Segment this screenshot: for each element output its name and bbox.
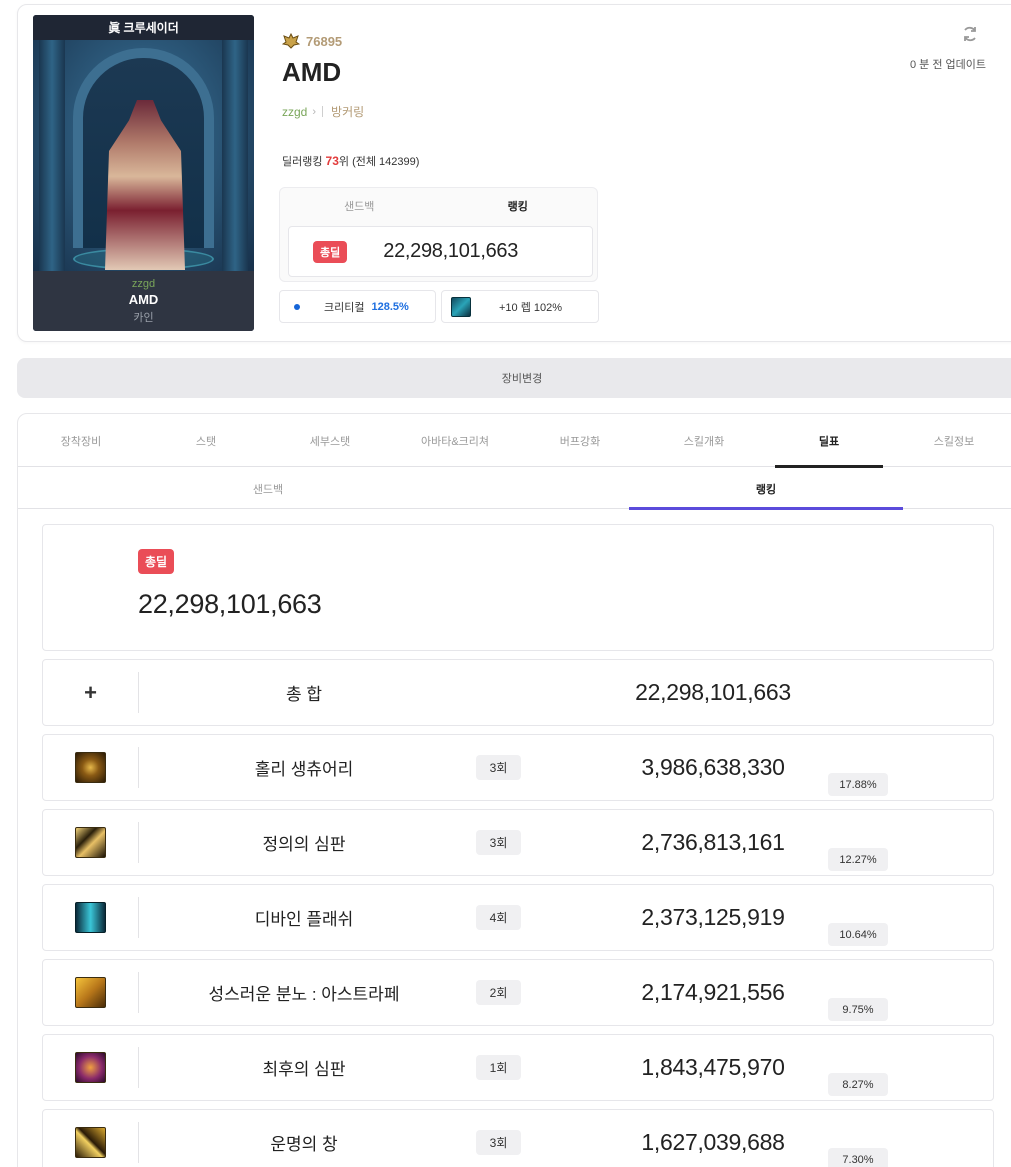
- tab-detail-stats[interactable]: 세부스탯: [276, 414, 384, 467]
- damage-percent-badge: 8.27%: [828, 1073, 888, 1096]
- skill-enhance-icon: [451, 296, 471, 317]
- skill-row: 최후의 심판 1회 1,843,475,970 8.27%: [42, 1034, 994, 1101]
- damage-percent-badge: 10.64%: [828, 923, 888, 946]
- holy-sanctuary-icon: [75, 752, 106, 783]
- sub-tabs: 샌드백 랭킹: [18, 468, 1011, 510]
- equip-change-button[interactable]: 장비변경: [17, 358, 1011, 398]
- skill-damage: 2,736,813,161: [641, 829, 785, 855]
- skill-row: 성스러운 분노 : 아스트라페 2회 2,174,921,556 9.75%: [42, 959, 994, 1026]
- player-name: AMD: [282, 57, 342, 87]
- character-class-label: 眞 크루세이더: [33, 15, 254, 40]
- fame-row: 76895: [282, 33, 342, 49]
- hit-count-badge: 2회: [476, 980, 521, 1005]
- skill-name: 홀리 생츄어리: [254, 760, 354, 779]
- total-damage-value: 22,298,101,663: [383, 240, 519, 262]
- main-panel: 장착장비 스탯 세부스탯 아바타&크리쳐 버프강화 스킬개화 딜표 스킬정보 샌…: [17, 413, 1011, 1167]
- critical-dot-icon: [294, 303, 300, 310]
- update-time: 0 분 전 업데이트: [910, 59, 987, 71]
- total-damage-badge: 총딜: [138, 549, 175, 574]
- tab-buff-enhance[interactable]: 버프강화: [526, 414, 634, 467]
- damage-percent-badge: 12.27%: [828, 848, 888, 871]
- hit-count-badge: 3회: [476, 830, 521, 855]
- tab-avatar-creature[interactable]: 아바타&크리쳐: [401, 414, 509, 467]
- ranking-value: 73: [325, 154, 339, 168]
- character-portrait: 眞 크루세이더 zzgd AMD 카인: [33, 15, 254, 331]
- character-guild: zzgd: [131, 278, 156, 290]
- skill-damage: 1,627,039,688: [641, 1129, 785, 1155]
- tab-skill-info[interactable]: 스킬정보: [900, 414, 1008, 467]
- skill-damage: 2,373,125,919: [641, 904, 785, 930]
- skill-row: 디바인 플래쉬 4회 2,373,125,919 10.64%: [42, 884, 994, 951]
- tab-stats[interactable]: 스탯: [152, 414, 260, 467]
- judgement-icon: [75, 827, 106, 858]
- subtab-ranking[interactable]: 랭킹: [629, 468, 903, 510]
- skill-damage: 3,986,638,330: [641, 754, 785, 780]
- character-server: 카인: [133, 312, 154, 324]
- dealer-ranking: 딜러랭킹 73위 (전체 142399): [282, 154, 420, 168]
- hit-count-badge: 4회: [476, 905, 521, 930]
- skill-name: 최후의 심판: [262, 1060, 346, 1079]
- skill-damage: 1,843,475,970: [641, 1054, 785, 1080]
- fame-value: 76895: [306, 33, 343, 49]
- hit-count-badge: 3회: [476, 1130, 521, 1155]
- score-value-box: 총딜 22,298,101,663: [288, 226, 593, 277]
- adventure-link[interactable]: 방커링: [331, 103, 364, 120]
- hit-count-badge: 1회: [476, 1055, 521, 1080]
- skill-row: 정의의 심판 3회 2,736,813,161 12.27%: [42, 809, 994, 876]
- divine-flash-icon: [75, 902, 106, 933]
- enhance-stat: +10 렙 102%: [441, 290, 599, 323]
- hit-count-badge: 3회: [476, 755, 521, 780]
- skill-damage: 2,174,921,556: [641, 979, 785, 1005]
- skill-name: 운명의 창: [270, 1135, 338, 1154]
- spear-of-destiny-icon: [75, 1127, 106, 1158]
- score-tab-sandbag[interactable]: 샌드백: [280, 198, 439, 214]
- total-sum-value: 22,298,101,663: [635, 679, 791, 705]
- damage-percent-badge: 17.88%: [828, 773, 888, 796]
- fame-icon: [282, 33, 300, 49]
- character-art: [33, 40, 254, 272]
- total-damage-badge: 총딜: [313, 240, 348, 263]
- total-sum-label: 총 합: [285, 685, 322, 704]
- tab-skill-bloom[interactable]: 스킬개화: [650, 414, 758, 467]
- skill-row: 홀리 생츄어리 3회 3,986,638,330 17.88%: [42, 734, 994, 801]
- character-name: AMD: [128, 292, 159, 307]
- score-box: 샌드백 랭킹 총딜 22,298,101,663: [279, 187, 598, 282]
- guild-link[interactable]: zzgd: [282, 105, 307, 119]
- final-judgement-icon: [75, 1052, 106, 1083]
- critical-value: 128.5%: [371, 300, 409, 313]
- total-sum-row: + 총 합 22,298,101,663: [42, 659, 994, 726]
- profile-card: 眞 크루세이더 zzgd AMD 카인 76895 AMD zzgd › 방커링…: [17, 4, 1011, 342]
- damage-percent-badge: 7.30%: [828, 1148, 888, 1167]
- tab-damage-table[interactable]: 딜표: [775, 414, 883, 468]
- damage-percent-badge: 9.75%: [828, 998, 888, 1021]
- profile-links: zzgd › 방커링: [282, 103, 364, 120]
- score-tab-ranking[interactable]: 랭킹: [439, 198, 598, 214]
- skill-name: 디바인 플래쉬: [254, 910, 354, 929]
- skill-row: 운명의 창 3회 1,627,039,688 7.30%: [42, 1109, 994, 1167]
- astrape-icon: [75, 977, 106, 1008]
- main-tabs: 장착장비 스탯 세부스탯 아바타&크리쳐 버프강화 스킬개화 딜표 스킬정보: [18, 414, 1011, 468]
- refresh-icon[interactable]: [961, 25, 979, 43]
- subtab-sandbag[interactable]: 샌드백: [131, 468, 405, 509]
- tab-equipment[interactable]: 장착장비: [27, 414, 135, 467]
- total-damage-card: 총딜 22,298,101,663: [42, 524, 994, 651]
- critical-stat: 크리티컬 128.5%: [279, 290, 436, 323]
- plus-icon[interactable]: +: [84, 680, 97, 706]
- character-info: zzgd AMD 카인: [33, 271, 254, 331]
- total-damage-value: 22,298,101,663: [138, 589, 322, 619]
- chevron-right-icon: ›: [312, 105, 317, 118]
- skill-name: 정의의 심판: [262, 835, 346, 854]
- skill-name: 성스러운 분노 : 아스트라페: [208, 985, 400, 1004]
